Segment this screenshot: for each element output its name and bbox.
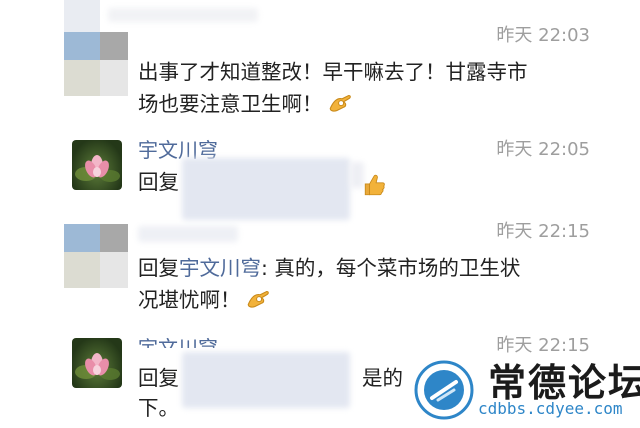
comment-text-line: 回复宇文川穹: 真的，每个菜市场的卫生状	[138, 256, 521, 280]
comment-text-line: 况堪忧啊！	[138, 284, 520, 316]
timestamp: 昨天 22:15	[496, 221, 590, 242]
avatar-pixelated[interactable]	[64, 224, 128, 288]
comment-text-fragment: 是的	[362, 366, 403, 390]
username-redacted[interactable]	[138, 226, 238, 242]
forum-watermark: 常德论坛 cdbbs.cdyee.com	[408, 352, 640, 428]
comment-text-line: 出事了才知道整改！早干嘛去了！甘露寺市	[138, 60, 528, 84]
redacted-reply-text	[182, 158, 350, 220]
timestamp: 昨天 22:03	[496, 25, 590, 46]
comment-text: 回复宇文川穹: 真的，每个菜市场的卫生状 况堪忧啊！	[138, 252, 520, 316]
thumbs-up-icon	[364, 174, 385, 196]
mention-link[interactable]: 宇文川穹	[179, 256, 261, 280]
ok-hand-icon	[329, 94, 351, 112]
lotus-avatar-icon	[75, 155, 120, 182]
comment-text-line: 下。	[138, 396, 179, 420]
comment-text: 出事了才知道整改！早干嘛去了！甘露寺市 场也要注意卫生啊！	[138, 56, 528, 120]
reply-prefix: 回复	[138, 170, 179, 194]
reply-prefix: 回复	[138, 366, 179, 390]
lotus-avatar-icon	[75, 353, 120, 380]
username[interactable]: 宇文川穹	[138, 336, 218, 348]
comment-text-line: 场也要注意卫生啊！	[138, 88, 528, 120]
forum-logo-icon	[414, 360, 474, 420]
username-redacted[interactable]	[108, 8, 258, 22]
ok-hand-icon	[247, 290, 269, 308]
avatar[interactable]	[72, 140, 122, 190]
avatar[interactable]	[72, 338, 122, 388]
redacted-reply-text	[182, 352, 350, 408]
forum-url: cdbbs.cdyee.com	[478, 399, 623, 418]
timestamp: 昨天 22:05	[496, 139, 590, 160]
comment-feed: 昨天 22:03 出事了才知道整改！早干嘛去了！甘露寺市 场也要注意卫生啊！ 宇…	[0, 0, 640, 428]
